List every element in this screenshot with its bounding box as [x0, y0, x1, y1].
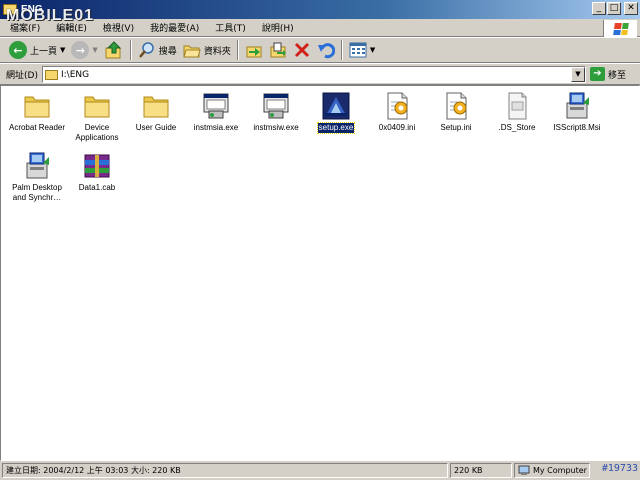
minimize-button[interactable]: _ [592, 2, 606, 15]
file-name: ISScript8.Msi [553, 123, 601, 132]
file-item-user-guide[interactable]: User Guide [125, 91, 187, 133]
title-bar[interactable]: ENG _ □ ✕ [0, 0, 640, 19]
file-name: instmsia.exe [193, 123, 239, 132]
menu-favorites[interactable]: 我的最愛(A) [142, 21, 207, 34]
windows-logo [603, 20, 637, 37]
maximize-button[interactable]: □ [607, 2, 621, 15]
status-zone: My Computer [514, 463, 590, 478]
file-name: User Guide [135, 123, 177, 132]
file-item-0x0409-ini[interactable]: 0x0409.ini [366, 91, 428, 133]
delete-x-icon [294, 42, 309, 58]
menu-file[interactable]: 檔案(F) [2, 21, 48, 34]
installer-exe-icon [263, 93, 289, 119]
address-label: 網址(D) [6, 70, 38, 81]
folder-icon [143, 96, 169, 118]
file-list-view[interactable]: Acrobat Reader Device Applications User … [0, 85, 640, 461]
file-name: 0x0409.ini [378, 123, 416, 132]
folders-icon [183, 45, 201, 58]
address-value: I:\ENG [61, 69, 90, 80]
file-name: Palm Desktop and Synchr… [12, 183, 62, 202]
folders-label: 資料夾 [203, 46, 231, 57]
toolbar-separator [129, 40, 132, 60]
file-name: Acrobat Reader [8, 123, 66, 132]
address-input[interactable]: I:\ENG ▼ [42, 66, 586, 83]
back-label: 上一頁 [30, 46, 58, 57]
file-item-setup-ini[interactable]: Setup.ini [425, 91, 487, 133]
views-icon [349, 42, 367, 58]
forward-button[interactable]: → ▼ [68, 39, 100, 61]
go-arrow-icon: ➔ [590, 67, 605, 81]
status-info: 建立日期: 2004/2/12 上午 03:03 大小: 220 KB [2, 463, 448, 478]
copy-to-folder-icon [270, 42, 286, 58]
file-item-instmsiw-exe[interactable]: instmsiw.exe [245, 91, 307, 133]
file-name: Device Applications [75, 123, 119, 142]
toolbar-separator [236, 40, 239, 60]
chevron-down-icon[interactable]: ▼ [370, 46, 375, 54]
ini-file-icon [446, 92, 467, 120]
address-bar: 網址(D) I:\ENG ▼ ➔ 移至 [0, 63, 640, 85]
msi-package-icon [566, 92, 589, 119]
cab-archive-icon [84, 154, 110, 178]
close-button[interactable]: ✕ [624, 2, 638, 15]
menu-bar: 檔案(F) 編輯(E) 檢視(V) 我的最愛(A) 工具(T) 說明(H) [0, 19, 640, 37]
setup-exe-icon [322, 92, 350, 120]
status-size: 220 KB [450, 463, 512, 478]
copy-to-button[interactable] [266, 39, 290, 61]
ini-file-icon [387, 92, 408, 120]
file-item-palm-desktop[interactable]: Palm Desktop and Synchr… [6, 151, 68, 203]
folder-icon [84, 96, 110, 118]
windows-flag-icon [612, 22, 629, 35]
folder-icon [45, 69, 58, 80]
installer-exe-icon [203, 93, 229, 119]
up-folder-icon [105, 41, 122, 59]
menu-edit[interactable]: 編輯(E) [48, 21, 95, 34]
views-button[interactable]: ▼ [346, 39, 378, 61]
chevron-down-icon[interactable]: ▼ [60, 46, 65, 54]
address-dropdown-button[interactable]: ▼ [571, 67, 585, 82]
generic-file-icon [508, 92, 527, 120]
move-to-folder-icon [246, 46, 262, 58]
menu-view[interactable]: 檢視(V) [95, 21, 142, 34]
go-label: 移至 [608, 70, 627, 81]
go-button[interactable]: ➔ 移至 [590, 67, 626, 81]
file-item-device-applications[interactable]: Device Applications [66, 91, 128, 143]
file-item-setup-exe[interactable]: setup.exe [305, 91, 367, 134]
file-item-isscript8-msi[interactable]: ISScript8.Msi [546, 91, 608, 133]
file-item-instmsia-exe[interactable]: instmsia.exe [185, 91, 247, 133]
zone-label: My Computer [533, 466, 587, 475]
up-folder-button[interactable] [101, 39, 127, 61]
status-bar: 建立日期: 2004/2/12 上午 03:03 大小: 220 KB 220 … [0, 461, 640, 480]
back-button[interactable]: ← 上一頁 ▼ [6, 39, 68, 61]
standard-toolbar: ← 上一頁 ▼ → ▼ 搜尋 資料夾 ▼ [0, 37, 640, 63]
file-item-data1-cab[interactable]: Data1.cab [66, 151, 128, 193]
toolbar-separator [340, 40, 343, 60]
folder-icon [24, 96, 50, 118]
file-item-acrobat-reader[interactable]: Acrobat Reader [6, 91, 68, 133]
search-button[interactable]: 搜尋 [135, 39, 180, 61]
search-icon [138, 42, 154, 58]
back-arrow-icon: ← [9, 41, 27, 59]
undo-icon [317, 43, 335, 59]
file-name: instmsiw.exe [253, 123, 299, 132]
image-tag: #19733 [601, 463, 638, 474]
my-computer-icon [518, 465, 530, 475]
delete-button[interactable] [290, 39, 314, 61]
forward-arrow-icon: → [71, 41, 90, 59]
msi-package-icon [26, 152, 49, 179]
file-name: Setup.ini [440, 123, 472, 132]
file-item-ds-store[interactable]: .DS_Store [486, 91, 548, 133]
menu-help[interactable]: 說明(H) [254, 21, 302, 34]
file-name: Data1.cab [78, 183, 116, 192]
move-to-button[interactable] [242, 39, 266, 61]
search-label: 搜尋 [158, 46, 177, 57]
chevron-down-icon[interactable]: ▼ [92, 46, 97, 54]
file-name: .DS_Store [498, 123, 536, 132]
menu-tools[interactable]: 工具(T) [207, 21, 254, 34]
folders-button[interactable]: 資料夾 [180, 39, 234, 61]
window-controls: _ □ ✕ [591, 2, 638, 15]
file-name: setup.exe [316, 122, 356, 134]
undo-button[interactable] [314, 39, 338, 61]
